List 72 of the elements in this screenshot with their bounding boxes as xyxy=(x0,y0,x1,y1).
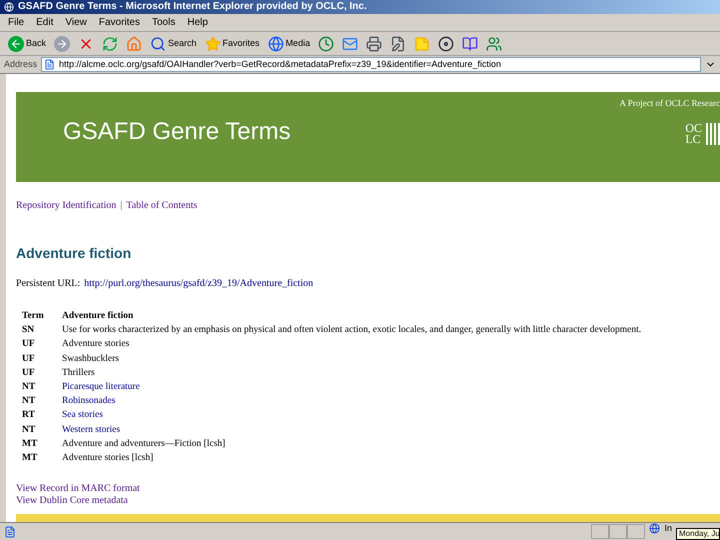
address-field[interactable]: http://alcme.oclc.org/gsafd/OAIHandler?verb=GetRecord&metadataPrefix=z39_19&identifier=Adventure_fiction xyxy=(41,57,701,72)
reel-icon xyxy=(438,36,454,52)
edit-icon xyxy=(390,36,406,52)
relation-code: NT xyxy=(22,424,36,437)
term-text: Use for works characterized by an emphasis on physical and often violent action, exotic locales, and danger, generally with little character development. xyxy=(62,324,642,338)
menu-item[interactable]: File xyxy=(8,15,24,30)
internet-zone-icon xyxy=(649,523,660,534)
relation-code: UF xyxy=(22,338,36,352)
search-icon xyxy=(150,36,166,52)
history-icon xyxy=(318,36,334,52)
note-icon xyxy=(414,36,430,52)
menu-item[interactable]: Edit xyxy=(36,15,54,30)
site-title: GSAFD Genre Terms xyxy=(63,117,291,147)
term-text: Thrillers xyxy=(62,366,95,380)
toolbar-button[interactable] xyxy=(366,36,382,52)
oclc-logo: OC LC xyxy=(685,122,720,144)
relation-code: NT xyxy=(22,381,36,394)
toolbar-button[interactable] xyxy=(462,36,478,52)
people-icon xyxy=(486,36,502,52)
toolbar-button[interactable] xyxy=(438,36,454,52)
term-text: Adventure stories xyxy=(62,338,130,352)
address-label: Address xyxy=(4,58,38,71)
term-link[interactable]: Sea stories xyxy=(62,408,103,423)
zone-label: In xyxy=(664,524,672,533)
relation-code: SN xyxy=(22,324,36,338)
nav-link[interactable]: Repository Identification xyxy=(16,198,116,213)
relation-code: MT xyxy=(22,438,38,451)
status-pane xyxy=(627,524,646,539)
menu-item[interactable]: View xyxy=(65,15,87,30)
term-text: Adventure and adventurers—Fiction [lcsh] xyxy=(62,438,226,451)
persistent-url-link[interactable]: http://purl.org/thesaurus/gsafd/z39_19/Adventure_fiction xyxy=(84,276,314,291)
status-pane xyxy=(591,524,610,539)
toolbar-button[interactable]: Favorites xyxy=(204,36,260,52)
menu-item[interactable]: Favorites xyxy=(98,15,140,30)
term-text: Swashbucklers xyxy=(62,352,119,366)
column-header: Term xyxy=(22,310,45,323)
term-text: Adventure stories [lcsh] xyxy=(62,452,154,466)
tooltip: Monday, Ju xyxy=(676,528,720,540)
relation-code: MT xyxy=(22,452,38,466)
link-separator: | xyxy=(120,199,122,213)
relation-code: UF xyxy=(22,352,36,366)
printer-icon xyxy=(366,36,382,52)
toolbar-button[interactable]: Media xyxy=(268,36,310,52)
relation-code: NT xyxy=(22,395,36,408)
menu-item[interactable]: Help xyxy=(187,15,208,30)
page-icon xyxy=(44,59,56,70)
home-icon xyxy=(126,36,142,52)
menu-item[interactable]: Tools xyxy=(152,15,176,30)
footer-link[interactable]: View Dublin Core metadata xyxy=(16,495,720,508)
status-pane xyxy=(609,524,628,539)
term-link[interactable]: Western stories xyxy=(62,422,120,437)
refresh-icon xyxy=(102,36,118,52)
mail-icon xyxy=(342,36,358,52)
term-heading: Adventure fiction xyxy=(16,244,132,263)
favorites-star-icon xyxy=(204,36,221,52)
window-icon xyxy=(4,2,14,12)
globe-icon xyxy=(268,36,284,52)
column-header: Adventure fiction xyxy=(62,310,134,323)
term-link[interactable]: Picaresque literature xyxy=(62,380,140,394)
footer-link[interactable]: View Record in MARC format xyxy=(16,483,720,496)
toolbar-button[interactable] xyxy=(390,36,406,52)
persistent-url-label: Persistent URL: xyxy=(16,277,80,291)
book-icon xyxy=(462,36,478,52)
nav-link[interactable]: Table of Contents xyxy=(126,198,198,213)
relation-code: UF xyxy=(22,366,36,380)
relation-code: RT xyxy=(22,409,36,422)
toolbar-button[interactable]: Search xyxy=(150,36,197,52)
window-title: GSAFD Genre Terms - Microsoft Internet Explorer provided by OCLC, Inc. xyxy=(18,2,367,12)
project-tagline: A Project of OCLC Researc xyxy=(620,97,720,110)
toolbar-button[interactable]: Back xyxy=(8,36,46,52)
page-status-icon xyxy=(4,526,16,538)
term-link[interactable]: Robinsonades xyxy=(62,394,116,408)
